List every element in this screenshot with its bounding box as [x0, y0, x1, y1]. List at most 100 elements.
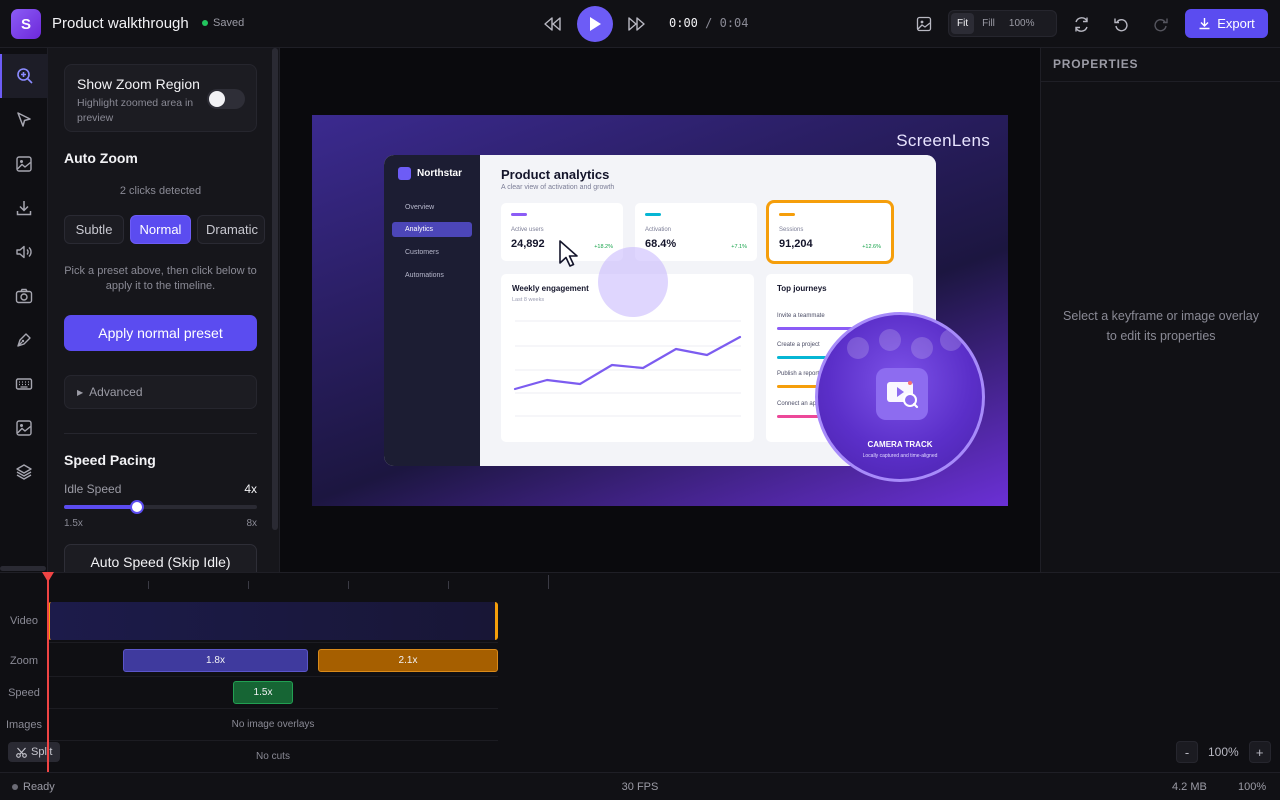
refresh-icon	[1074, 16, 1088, 32]
images-empty: No image overlays	[231, 719, 315, 730]
image-overlay-tool[interactable]	[0, 406, 48, 450]
export-tool[interactable]	[0, 186, 48, 230]
track-label-zoom: Zoom	[9, 655, 39, 667]
save-status: Saved	[202, 17, 244, 29]
rewind-button[interactable]	[541, 13, 565, 35]
play-icon	[590, 17, 601, 31]
layers-tool[interactable]	[0, 450, 48, 494]
split-button[interactable]: Split	[8, 742, 61, 762]
idle-speed-slider[interactable]	[64, 500, 257, 514]
rail-scrollbar[interactable]	[0, 566, 46, 571]
preset-hint: Pick a preset above, then click below to…	[64, 265, 257, 292]
camera-icon	[15, 288, 33, 304]
advanced-toggle[interactable]: ▶ Advanced	[64, 375, 257, 409]
journeys-title: Top journeys	[777, 284, 827, 293]
saved-dot-icon	[202, 20, 208, 26]
auto-speed-button[interactable]: Auto Speed (Skip Idle)	[64, 544, 257, 572]
download-icon	[16, 201, 32, 216]
actual-size-option[interactable]: 100%	[1003, 13, 1041, 34]
zoom-clip[interactable]: 2.1x	[318, 649, 498, 672]
slider-thumb[interactable]	[130, 500, 144, 514]
export-button[interactable]: Export	[1185, 9, 1268, 38]
playhead-handle[interactable]	[42, 572, 54, 582]
fast-forward-icon	[628, 17, 645, 31]
fit-mode-toggle: Fit Fill 100%	[948, 10, 1057, 37]
click-highlight	[598, 247, 668, 317]
divider	[64, 433, 257, 434]
journey-label: Create a project	[777, 342, 820, 348]
zoom-track: 1.8x 2.1x	[48, 645, 498, 677]
idle-speed-value: 4x	[244, 482, 257, 496]
camera-tool[interactable]	[0, 274, 48, 318]
pen-icon	[17, 333, 31, 347]
audio-tool[interactable]	[0, 230, 48, 274]
rewind-icon	[544, 17, 561, 31]
keyboard-tool[interactable]	[0, 362, 48, 406]
kpi-label: Active users	[511, 227, 544, 233]
zoom-tool[interactable]	[0, 54, 48, 98]
panel-scrollbar[interactable]	[272, 48, 278, 530]
annotate-tool[interactable]	[0, 318, 48, 362]
decor-dot	[847, 337, 869, 359]
apply-preset-button[interactable]: Apply normal preset	[64, 315, 257, 351]
timecode: 0:00 / 0:04	[669, 16, 749, 30]
kpi-label: Sessions	[779, 227, 804, 233]
nav-overview: Overview	[405, 204, 435, 211]
slider-max: 8x	[246, 518, 257, 529]
ruler-tick	[348, 581, 349, 589]
toggle-knob	[209, 91, 225, 107]
playhead[interactable]	[47, 572, 49, 772]
preset-normal[interactable]: Normal	[130, 215, 191, 244]
preview-stage: ScreenLens Northstar Overview Analytics …	[280, 48, 1040, 572]
fast-forward-button[interactable]	[624, 13, 648, 35]
undo-button[interactable]	[1109, 12, 1133, 36]
play-button[interactable]	[577, 6, 613, 42]
kpi-delta: +7.1%	[731, 244, 747, 250]
camera-track-subtitle: Locally captured and time-aligned	[862, 453, 938, 459]
background-tool[interactable]	[0, 142, 48, 186]
app-logo[interactable]: S	[11, 9, 41, 39]
track-label-video: Video	[10, 615, 38, 627]
video-clip[interactable]	[48, 602, 498, 640]
split-label: Split	[31, 746, 53, 758]
zoom-region-toggle[interactable]	[207, 89, 245, 109]
properties-empty-state: Select a keyframe or image overlay to ed…	[1063, 309, 1259, 343]
preset-subtle[interactable]: Subtle	[64, 215, 124, 244]
timeline: Video Zoom Speed Images Cuts 1.8x 2.1x 1…	[0, 572, 1280, 773]
scissors-icon	[16, 747, 27, 758]
fit-option[interactable]: Fit	[951, 13, 975, 34]
zoom-in-button[interactable]: +	[1248, 741, 1271, 763]
nav-customers: Customers	[405, 249, 439, 256]
timeline-zoom-level: 100%	[1208, 745, 1239, 759]
advanced-label: Advanced	[89, 385, 143, 399]
time-ruler[interactable]	[48, 573, 1280, 593]
properties-heading: PROPERTIES	[1041, 48, 1280, 82]
redo-button[interactable]	[1149, 12, 1173, 36]
mouse-cursor-icon	[559, 240, 578, 267]
kpi-label: Activation	[645, 227, 672, 233]
tool-rail	[0, 48, 48, 572]
kpi-bar	[511, 213, 527, 216]
decor-dot	[879, 329, 901, 351]
speed-track: 1.5x	[48, 677, 498, 709]
video-frame[interactable]: ScreenLens Northstar Overview Analytics …	[312, 115, 1008, 506]
speed-clip[interactable]: 1.5x	[233, 681, 293, 704]
app-page-subtitle: A clear view of activation and growth	[501, 184, 615, 191]
app-name-label: Northstar	[417, 168, 463, 179]
camera-track-overlay[interactable]: CAMERA TRACK Locally captured and time-a…	[815, 312, 985, 482]
zoom-clip[interactable]: 1.8x	[123, 649, 308, 672]
zoom-out-button[interactable]: -	[1176, 741, 1198, 763]
nav-analytics: Analytics	[392, 222, 472, 237]
image-icon	[916, 16, 932, 32]
current-time: 0:00	[669, 16, 698, 30]
project-title[interactable]: Product walkthrough	[52, 15, 189, 32]
kpi-card: Activation 68.4% +7.1%	[635, 203, 757, 261]
status-fps: 30 FPS	[621, 781, 659, 793]
journey-label: Connect an app	[777, 401, 820, 407]
speed-heading: Speed Pacing	[64, 452, 156, 468]
screenshot-button[interactable]	[912, 12, 936, 36]
cursor-tool[interactable]	[0, 98, 48, 142]
preset-dramatic[interactable]: Dramatic	[197, 215, 265, 244]
fill-option[interactable]: Fill	[976, 13, 1001, 34]
refresh-button[interactable]	[1069, 12, 1093, 36]
